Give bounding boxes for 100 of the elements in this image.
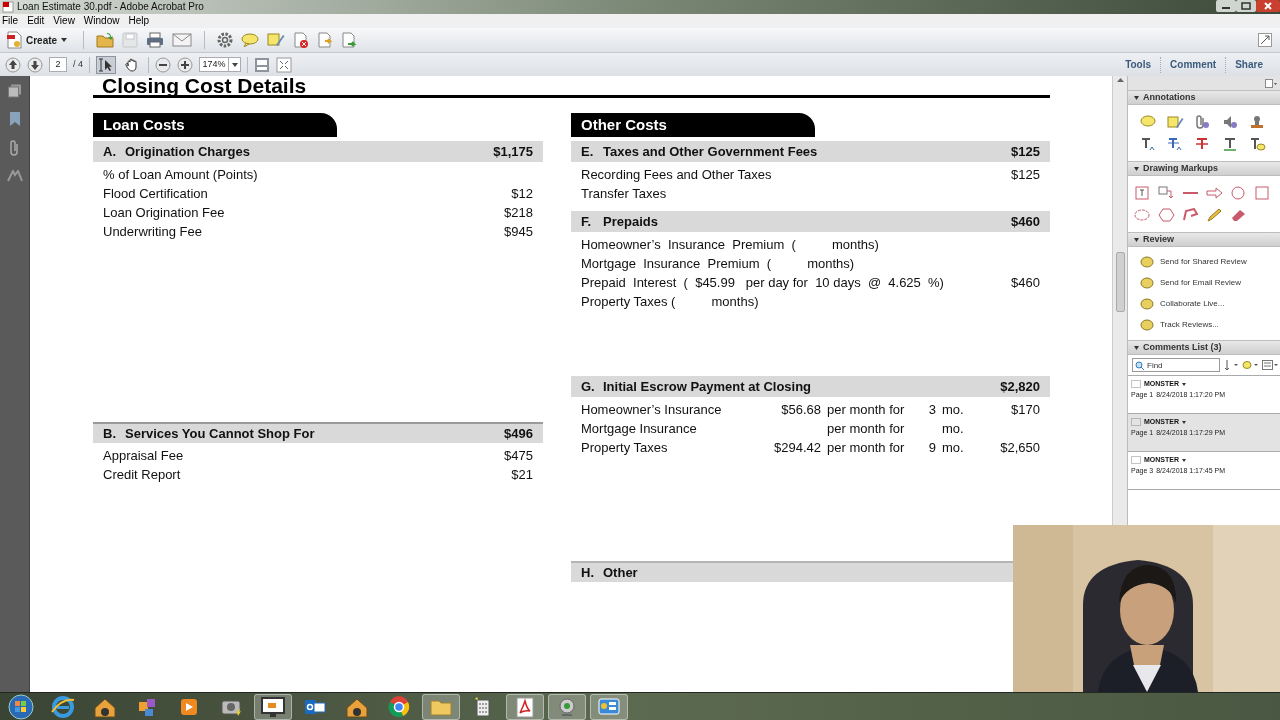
hexagon-icon[interactable] [1158, 208, 1175, 222]
cost-label: Property Taxes [581, 439, 669, 457]
panel-section-header[interactable]: Annotations [1128, 90, 1280, 105]
up-caret-icon [1116, 78, 1124, 82]
polygon-line-icon[interactable] [1182, 208, 1199, 222]
speaker-icon[interactable] [1221, 115, 1239, 129]
menu-item[interactable]: Window [83, 14, 120, 28]
section-letter: E. [581, 142, 595, 161]
zoom-out-icon[interactable] [155, 56, 171, 73]
section-title: Origination Charges [125, 142, 251, 161]
search-field[interactable]: Find [1132, 358, 1220, 372]
fit-page-icon[interactable] [254, 56, 270, 73]
gear-icon[interactable] [217, 32, 234, 48]
panel-section-header[interactable]: Drawing Markups [1128, 161, 1280, 176]
sticky-note-icon[interactable] [1167, 115, 1185, 129]
month-count: 3 [927, 401, 936, 419]
cost-amount: $460 [1011, 274, 1040, 292]
stamp-icon[interactable] [1248, 115, 1266, 129]
circle-icon[interactable] [1230, 186, 1247, 200]
cloud-icon[interactable] [1134, 208, 1151, 222]
options-icon[interactable] [1262, 360, 1278, 370]
envelope-icon[interactable] [172, 33, 193, 47]
panel-section-header[interactable]: Comments List (3) [1128, 340, 1280, 355]
paperclip-icon[interactable] [1194, 115, 1212, 129]
zoom-dropdown[interactable]: 174% [199, 57, 241, 72]
unit-label: mo. [941, 401, 965, 419]
file-export-icon[interactable] [341, 32, 358, 48]
panel-tab[interactable]: Comment [1161, 57, 1226, 72]
page-number-field[interactable]: 2 [49, 57, 67, 72]
print-icon[interactable] [146, 32, 165, 48]
comment-icon[interactable] [1140, 115, 1157, 129]
expand-icon[interactable] [1258, 33, 1272, 47]
start-button[interactable] [7, 693, 35, 720]
globe-e-icon[interactable] [49, 693, 77, 720]
create-button[interactable]: Create [6, 30, 72, 50]
speech-bubble-icon [1140, 277, 1154, 289]
underline-icon[interactable] [1221, 137, 1239, 151]
section-title: Services You Cannot Shop For [125, 424, 316, 443]
panel-tab[interactable]: Share [1226, 57, 1272, 72]
window-title: Loan Estimate 30.pdf - Adobe Acrobat Pro [17, 0, 204, 14]
menu-item[interactable]: File [2, 14, 19, 28]
cost-amount: $475 [504, 447, 533, 465]
select-tool-button[interactable] [96, 55, 116, 74]
cost-label: Appraisal Fee [103, 447, 185, 465]
cost-label: Underwriting Fee [103, 223, 203, 241]
section-amount: $496 [504, 424, 533, 443]
text-insert-icon[interactable] [1140, 137, 1157, 151]
text-comment-icon[interactable] [1248, 137, 1266, 151]
maximize-button[interactable] [1236, 0, 1256, 12]
panel-section-header[interactable]: Review [1128, 232, 1280, 247]
paperclip-icon[interactable] [8, 140, 21, 156]
cost-label: Transfer Taxes [581, 185, 668, 203]
sticky-note-icon[interactable] [267, 32, 286, 48]
cost-amount: $218 [504, 204, 533, 222]
rate-label: per month for [826, 420, 906, 438]
minimize-button[interactable] [1216, 0, 1236, 12]
file-arrow-icon[interactable] [317, 32, 334, 48]
filter-icon[interactable] [1242, 360, 1258, 370]
pencil-icon[interactable] [1206, 208, 1223, 222]
review-item[interactable]: Send for Shared Review [1140, 254, 1268, 270]
cost-amount: $12 [511, 185, 533, 203]
file-delete-icon[interactable] [293, 32, 310, 48]
cost-amount: $945 [504, 223, 533, 241]
panel-options-icon[interactable] [1265, 78, 1277, 88]
speech-bubble-icon [1140, 256, 1154, 268]
note-icon [1131, 380, 1141, 389]
zoom-in-icon[interactable] [177, 56, 193, 73]
folder-icon[interactable] [96, 32, 115, 48]
text-box-icon[interactable] [1134, 186, 1151, 200]
caret-icon [61, 38, 68, 42]
callout-icon[interactable] [1158, 186, 1175, 200]
section-title: Prepaids [603, 212, 659, 231]
hand-icon [125, 57, 139, 72]
speech-bubble-icon [1140, 298, 1154, 310]
menu-item[interactable]: Help [128, 14, 149, 28]
document-icon [6, 31, 22, 49]
menu-item[interactable]: Edit [27, 14, 45, 28]
panel-tab[interactable]: Tools [1116, 57, 1161, 72]
section-letter: H. [581, 563, 595, 582]
review-item[interactable]: Send for Email Review [1140, 275, 1268, 291]
pdf-file-icon [2, 1, 14, 13]
close-button[interactable] [1256, 0, 1280, 12]
scrollbar-thumb[interactable] [1115, 252, 1125, 312]
bookmark-icon[interactable] [8, 112, 21, 126]
eraser-icon[interactable] [1230, 208, 1247, 222]
review-item[interactable]: Track Reviews... [1140, 317, 1268, 333]
section-title: Initial Escrow Payment at Closing [603, 377, 813, 396]
cost-label: Loan Origination Fee [103, 204, 226, 222]
pages-icon[interactable] [7, 84, 22, 98]
full-screen-icon[interactable] [276, 56, 292, 73]
sort-icon[interactable] [1224, 360, 1238, 370]
arrow-icon[interactable] [1206, 186, 1223, 200]
cost-label: Recording Fees and Other Taxes [581, 166, 773, 184]
cost-label: Mortgage Insurance Premium ( months) [581, 255, 856, 273]
review-item[interactable]: Collaborate Live... [1140, 296, 1268, 312]
section-amount: $1,175 [493, 142, 533, 161]
comment-icon[interactable] [241, 33, 260, 47]
section-amount: $460 [1011, 212, 1040, 231]
menu-item[interactable]: View [53, 14, 75, 28]
unit-label: mo. [941, 420, 965, 438]
